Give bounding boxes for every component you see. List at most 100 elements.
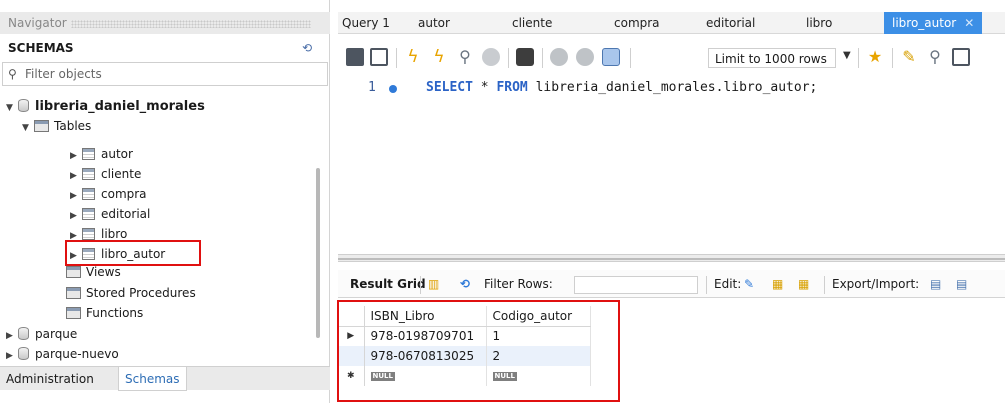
tab-compra[interactable]: compra [614,12,660,34]
folder-functions-icon [66,307,81,319]
table-icon [82,208,95,220]
stop-icon[interactable] [482,48,500,66]
beautify-broom-icon[interactable]: ✎ [900,48,918,66]
refresh-icon[interactable]: ⟲ [302,36,312,60]
schema-item-libreria[interactable]: ▼ libreria_daniel_morales [6,96,205,116]
invisible-chars-icon[interactable] [952,48,970,66]
result-grid-label[interactable]: Result Grid [350,270,426,298]
navigator-bottom-tabs: Administration Schemas [0,366,330,391]
toolbar-separator [542,48,543,68]
editor-result-splitter[interactable] [338,254,1005,262]
tables-folder[interactable]: ▼ Tables [22,116,91,136]
collapsed-arrow-icon[interactable]: ▶ [70,146,82,166]
toggle-continue-on-error-icon[interactable] [516,48,534,66]
commit-icon[interactable] [550,48,568,66]
collapsed-arrow-icon[interactable]: ▶ [70,166,82,186]
rollback-icon[interactable] [576,48,594,66]
collapsed-arrow-icon[interactable]: ▶ [70,186,82,206]
tab-libro-autor-label: libro_autor [892,16,957,30]
table-icon [82,168,95,180]
stored-procedures-folder[interactable]: Stored Procedures [66,283,196,303]
execute-current-icon[interactable]: ϟ [430,48,448,66]
navigator-panel: Navigator SCHEMAS ⟲ ⚲ Filter objects ▼ li… [0,0,330,403]
tab-administration[interactable]: Administration [0,367,100,391]
query-tab-bar: Query 1 autor cliente compra editorial l… [338,12,1005,34]
schema-name: libreria_daniel_morales [35,99,205,114]
navigator-scrollbar[interactable] [316,168,320,338]
expanded-arrow-icon[interactable]: ▼ [6,98,18,118]
schema-item-parque-nuevo[interactable]: ▶ parque-nuevo [6,344,119,364]
collapsed-arrow-icon[interactable]: ▶ [70,206,82,226]
toolbar-separator [892,48,893,68]
stored-procedures-label: Stored Procedures [86,286,196,300]
tab-libro[interactable]: libro [806,12,832,34]
grip-dots[interactable] [70,19,311,28]
open-folder-icon[interactable] [346,48,364,66]
sql-table-ref: libreria_daniel_morales.libro_autor; [535,80,818,95]
result-toolbar: Result Grid ▥ ⟲ Filter Rows: Edit: ✎ ▦ ▦… [338,270,1005,298]
schemas-title: SCHEMAS [8,41,74,55]
filter-rows-input[interactable] [574,276,698,294]
table-item-cliente[interactable]: ▶ cliente [70,164,141,184]
execute-lightning-icon[interactable]: ϟ [404,48,422,66]
insert-row-icon[interactable]: ▦ [772,270,783,298]
toolbar-separator [420,276,421,294]
limit-rows-select[interactable]: Limit to 1000 rows [708,48,836,68]
table-item-autor[interactable]: ▶ autor [70,144,133,164]
delete-row-icon[interactable]: ▦ [798,270,809,298]
tab-editorial[interactable]: editorial [706,12,755,34]
refresh-result-icon[interactable]: ⟲ [460,270,470,298]
sql-editor[interactable]: 1 SELECT * FROM libreria_daniel_morales.… [338,76,1005,256]
tab-autor[interactable]: autor [418,12,450,34]
filter-objects-input[interactable]: ⚲ Filter objects [2,62,328,86]
tables-label: Tables [54,119,92,133]
table-item-editorial[interactable]: ▶ editorial [70,204,150,224]
folder-views-icon [66,266,81,278]
tab-cliente[interactable]: cliente [512,12,552,34]
collapsed-arrow-icon[interactable]: ▶ [6,346,18,366]
save-icon[interactable] [370,48,388,66]
schema-name: parque [35,327,78,341]
table-label: libro [101,227,128,241]
tab-libro-autor[interactable]: libro_autor ✕ [884,12,983,34]
search-icon: ⚲ [8,67,17,81]
sql-statement: SELECT * FROM libreria_daniel_morales.li… [426,80,817,95]
table-label: editorial [101,207,151,221]
import-icon[interactable]: ▤ [956,270,967,298]
autocommit-icon[interactable] [602,48,620,66]
sql-star: * [480,80,489,95]
toolbar-separator [396,48,397,68]
expanded-arrow-icon[interactable]: ▼ [22,118,34,138]
tab-query-1[interactable]: Query 1 [342,12,390,34]
explain-icon[interactable]: ⚲ [456,48,474,66]
grid-view-icon[interactable]: ▥ [428,270,439,298]
table-item-compra[interactable]: ▶ compra [70,184,147,204]
sql-keyword: SELECT [426,80,473,95]
schemas-bar: SCHEMAS ⟲ [0,36,330,60]
table-label: autor [101,147,133,161]
folder-procedures-icon [66,287,81,299]
export-icon[interactable]: ▤ [930,270,941,298]
database-icon [18,99,29,112]
find-icon[interactable]: ⚲ [926,48,944,66]
table-icon [82,228,95,240]
tab-schemas[interactable]: Schemas [118,367,187,391]
statement-marker-icon [389,85,397,93]
filter-placeholder: Filter objects [25,67,102,81]
schema-item-parque[interactable]: ▶ parque [6,324,77,344]
table-icon [82,148,95,160]
functions-folder[interactable]: Functions [66,303,143,323]
database-icon [18,327,29,340]
highlight-box-result-grid [337,300,620,402]
collapsed-arrow-icon[interactable]: ▶ [6,326,18,346]
splitter-line [338,258,1005,260]
add-snippet-star-icon[interactable]: ★ [866,48,884,66]
chevron-down-icon[interactable]: ▼ [843,50,851,61]
filter-rows-label: Filter Rows: [484,277,553,291]
sql-keyword: FROM [496,80,528,95]
close-tab-icon[interactable]: ✕ [964,16,974,30]
table-label: cliente [101,167,142,181]
navigator-header: Navigator [0,12,330,34]
functions-label: Functions [86,306,144,320]
edit-cell-icon[interactable]: ✎ [744,270,754,298]
